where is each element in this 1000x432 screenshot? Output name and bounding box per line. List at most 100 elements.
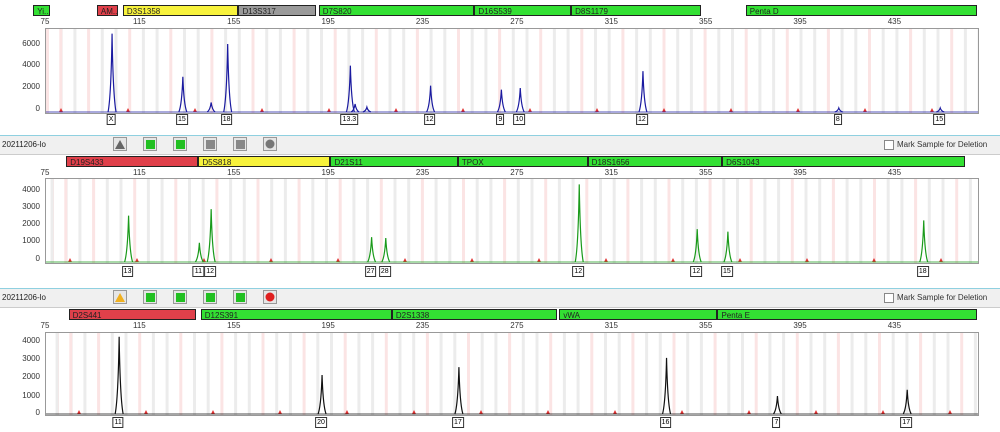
green-square-icon[interactable] bbox=[233, 290, 247, 304]
artifact-marker bbox=[461, 108, 465, 112]
allele-label[interactable]: 17 bbox=[900, 417, 913, 428]
marker-d18s1656[interactable]: D18S1656 bbox=[587, 156, 723, 167]
triangle-gray-icon[interactable] bbox=[113, 137, 127, 151]
marker-d13s317[interactable]: D13S317 bbox=[238, 5, 317, 16]
allele-bin bbox=[508, 333, 512, 415]
mark-deletion-checkbox[interactable]: Mark Sample for Deletion bbox=[884, 140, 987, 150]
green-square-icon[interactable] bbox=[173, 290, 187, 304]
marker-d21s11[interactable]: D21S11 bbox=[330, 156, 458, 167]
gray-square-icon[interactable] bbox=[233, 137, 247, 151]
artifact-marker bbox=[747, 410, 751, 414]
allele-bin bbox=[823, 333, 827, 415]
x-tick-label: 195 bbox=[321, 321, 335, 330]
y-tick-label: 0 bbox=[35, 254, 40, 263]
allele-label[interactable]: 15 bbox=[175, 114, 188, 125]
allele-label[interactable]: 8 bbox=[833, 114, 842, 125]
green-square-icon[interactable] bbox=[143, 290, 157, 304]
marker-vwa[interactable]: vWA bbox=[559, 309, 718, 320]
x-tick-label: 395 bbox=[793, 17, 807, 26]
allele-bin bbox=[758, 29, 762, 113]
allele-label[interactable]: 13 bbox=[121, 266, 134, 277]
mark-deletion-label: Mark Sample for Deletion bbox=[897, 140, 988, 150]
marker-tpox[interactable]: TPOX bbox=[457, 156, 588, 167]
allele-bin bbox=[919, 333, 923, 415]
panel-1-electropherogram[interactable] bbox=[45, 28, 979, 114]
allele-bin bbox=[927, 179, 931, 263]
allele-bin bbox=[475, 179, 479, 263]
marker-yi-[interactable]: Yi... bbox=[33, 5, 50, 16]
green-square-icon[interactable] bbox=[173, 137, 187, 151]
artifact-marker bbox=[193, 108, 197, 112]
marker-d16s539[interactable]: D16S539 bbox=[474, 5, 572, 16]
allele-label[interactable]: 20 bbox=[315, 417, 327, 428]
allele-label[interactable]: 15 bbox=[933, 114, 946, 125]
allele-bin bbox=[681, 179, 685, 263]
allele-label[interactable]: 28 bbox=[378, 266, 391, 277]
allele-label[interactable]: 18 bbox=[220, 114, 233, 125]
allele-label[interactable]: 18 bbox=[916, 266, 929, 277]
marker-d12s391[interactable]: D12S391 bbox=[200, 309, 392, 320]
gray-square-icon[interactable] bbox=[203, 137, 217, 151]
allele-bin bbox=[768, 333, 772, 415]
allele-label[interactable]: 11 bbox=[192, 266, 204, 277]
red-circle-icon[interactable] bbox=[263, 290, 277, 304]
marker-d3s1358[interactable]: D3S1358 bbox=[122, 5, 239, 16]
x-tick-label: 315 bbox=[604, 17, 618, 26]
marker-d2s1338[interactable]: D2S1338 bbox=[391, 309, 557, 320]
allele-bin bbox=[302, 333, 306, 415]
x-tick-label: 75 bbox=[40, 17, 50, 26]
allele-bin bbox=[234, 333, 238, 415]
allele-label[interactable]: X bbox=[106, 114, 116, 125]
gray-circle-icon[interactable] bbox=[263, 137, 277, 151]
allele-label[interactable]: 9 bbox=[496, 114, 505, 125]
marker-penta-e[interactable]: Penta E bbox=[717, 309, 977, 320]
allele-label[interactable]: 12 bbox=[204, 266, 217, 277]
allele-label[interactable]: 7 bbox=[772, 417, 781, 428]
allele-label[interactable]: 12 bbox=[423, 114, 436, 125]
marker-am-[interactable]: AM... bbox=[96, 5, 119, 16]
panel-2-electropherogram[interactable] bbox=[45, 178, 979, 264]
allele-bin bbox=[909, 29, 913, 113]
allele-label[interactable]: 13.3 bbox=[340, 114, 359, 125]
allele-label[interactable]: 17 bbox=[452, 417, 464, 428]
allele-bin bbox=[772, 29, 776, 113]
allele-label[interactable]: 12 bbox=[572, 266, 585, 277]
allele-label[interactable]: 27 bbox=[364, 266, 377, 277]
allele-bin bbox=[270, 179, 274, 263]
allele-bin bbox=[763, 179, 767, 263]
peak bbox=[114, 336, 124, 415]
allele-bin bbox=[672, 333, 676, 415]
panel-3-electropherogram[interactable] bbox=[45, 332, 979, 416]
allele-bin bbox=[188, 179, 191, 263]
allele-bin bbox=[626, 179, 630, 263]
marker-d6s1043[interactable]: D6S1043 bbox=[722, 156, 966, 167]
allele-bin bbox=[795, 333, 799, 415]
checkbox-box[interactable] bbox=[884, 140, 894, 150]
allele-bin bbox=[804, 179, 808, 263]
marker-d19s433[interactable]: D19S433 bbox=[66, 156, 199, 167]
mark-deletion-checkbox[interactable]: Mark Sample for Deletion bbox=[884, 293, 987, 303]
green-square-icon[interactable] bbox=[203, 290, 217, 304]
allele-label[interactable]: 11 bbox=[112, 417, 124, 428]
allele-bin bbox=[571, 179, 575, 263]
marker-d8s1179[interactable]: D8S1179 bbox=[571, 5, 701, 16]
marker-d5s818[interactable]: D5S818 bbox=[198, 156, 331, 167]
sample-bar-1: 20211206-lo Mark Sample for Deletion bbox=[0, 135, 1000, 155]
allele-bin bbox=[713, 333, 717, 415]
allele-label[interactable]: 10 bbox=[513, 114, 526, 125]
artifact-marker bbox=[327, 108, 331, 112]
allele-label[interactable]: 16 bbox=[659, 417, 672, 428]
marker-penta-d[interactable]: Penta D bbox=[745, 5, 977, 16]
allele-label[interactable]: 12 bbox=[690, 266, 703, 277]
green-square-icon[interactable] bbox=[143, 137, 157, 151]
checkbox-box[interactable] bbox=[884, 293, 894, 303]
marker-d2s441[interactable]: D2S441 bbox=[68, 309, 196, 320]
allele-bin bbox=[457, 29, 460, 113]
allele-bin bbox=[434, 179, 438, 263]
allele-label[interactable]: 15 bbox=[720, 266, 733, 277]
triangle-warning-icon[interactable] bbox=[113, 290, 127, 304]
allele-label[interactable]: 12 bbox=[636, 114, 648, 125]
artifact-marker bbox=[394, 108, 398, 112]
allele-bin bbox=[494, 333, 498, 415]
marker-d7s820[interactable]: D7S820 bbox=[318, 5, 475, 16]
